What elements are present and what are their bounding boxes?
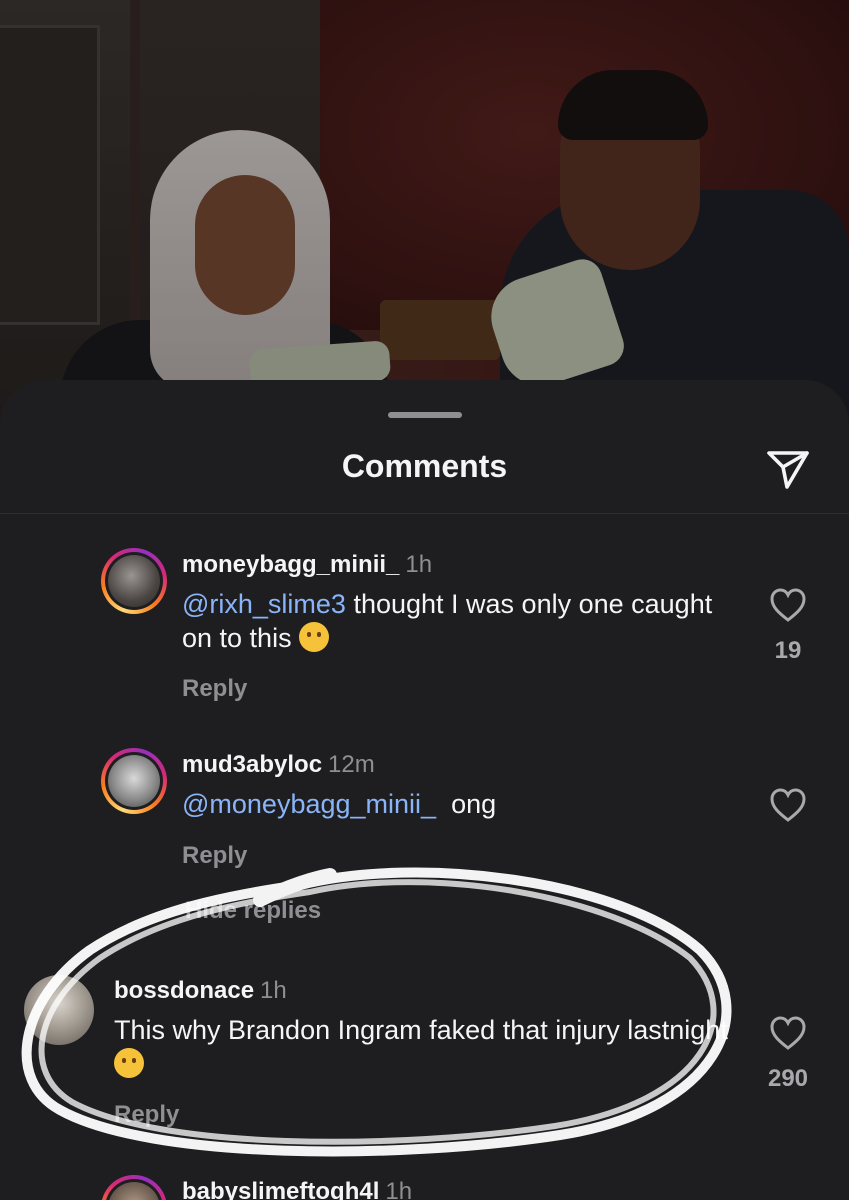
comment-time: 1h	[260, 977, 287, 1004]
comment-time: 12m	[328, 751, 375, 778]
heart-icon[interactable]	[769, 787, 807, 823]
avatar[interactable]	[101, 548, 167, 614]
like-count: 19	[774, 637, 802, 664]
avatar[interactable]	[24, 975, 94, 1045]
comment-username[interactable]: mud3abyloc	[182, 751, 322, 778]
reply-button[interactable]: Reply	[114, 1101, 179, 1129]
heart-icon[interactable]	[769, 1015, 807, 1051]
comments-sheet: Comments moneybagg_minii_ 1h @rixh_slime3…	[0, 380, 849, 1200]
hide-replies-button[interactable]: Hide replies	[185, 897, 321, 925]
comment-text: This why Brandon Ingram faked that injur…	[114, 1013, 734, 1081]
comment-mention[interactable]: @rixh_slime3	[182, 589, 346, 619]
comments-header: Comments	[0, 440, 849, 514]
comment-time: 1h	[385, 1178, 413, 1200]
comment-text: @rixh_slime3 thought I was only one caug…	[182, 589, 713, 653]
comments-title: Comments	[341, 448, 508, 484]
avatar[interactable]	[101, 748, 167, 814]
comment-username[interactable]: bossdonace	[114, 977, 254, 1004]
reel-background-photo	[0, 0, 849, 420]
face-with-tears-of-joy-emoji	[114, 1048, 144, 1078]
reply-button[interactable]: Reply	[182, 675, 247, 703]
comment-text: @moneybagg_minii_ ong	[182, 789, 497, 819]
like-count: 290	[767, 1065, 809, 1092]
share-button[interactable]	[762, 442, 814, 494]
comment-mention[interactable]: @moneybagg_minii_	[182, 789, 436, 819]
thinking-face-emoji	[299, 622, 330, 652]
comment-username[interactable]: moneybagg_minii_	[182, 551, 399, 578]
comment-time: 1h	[405, 551, 433, 578]
reply-button[interactable]: Reply	[182, 842, 247, 870]
paper-plane-icon	[767, 451, 809, 489]
avatar[interactable]	[101, 1175, 167, 1200]
heart-icon[interactable]	[769, 587, 807, 623]
comment-username[interactable]: babyslimeftogh4l	[182, 1178, 379, 1200]
drag-handle[interactable]	[388, 412, 462, 418]
